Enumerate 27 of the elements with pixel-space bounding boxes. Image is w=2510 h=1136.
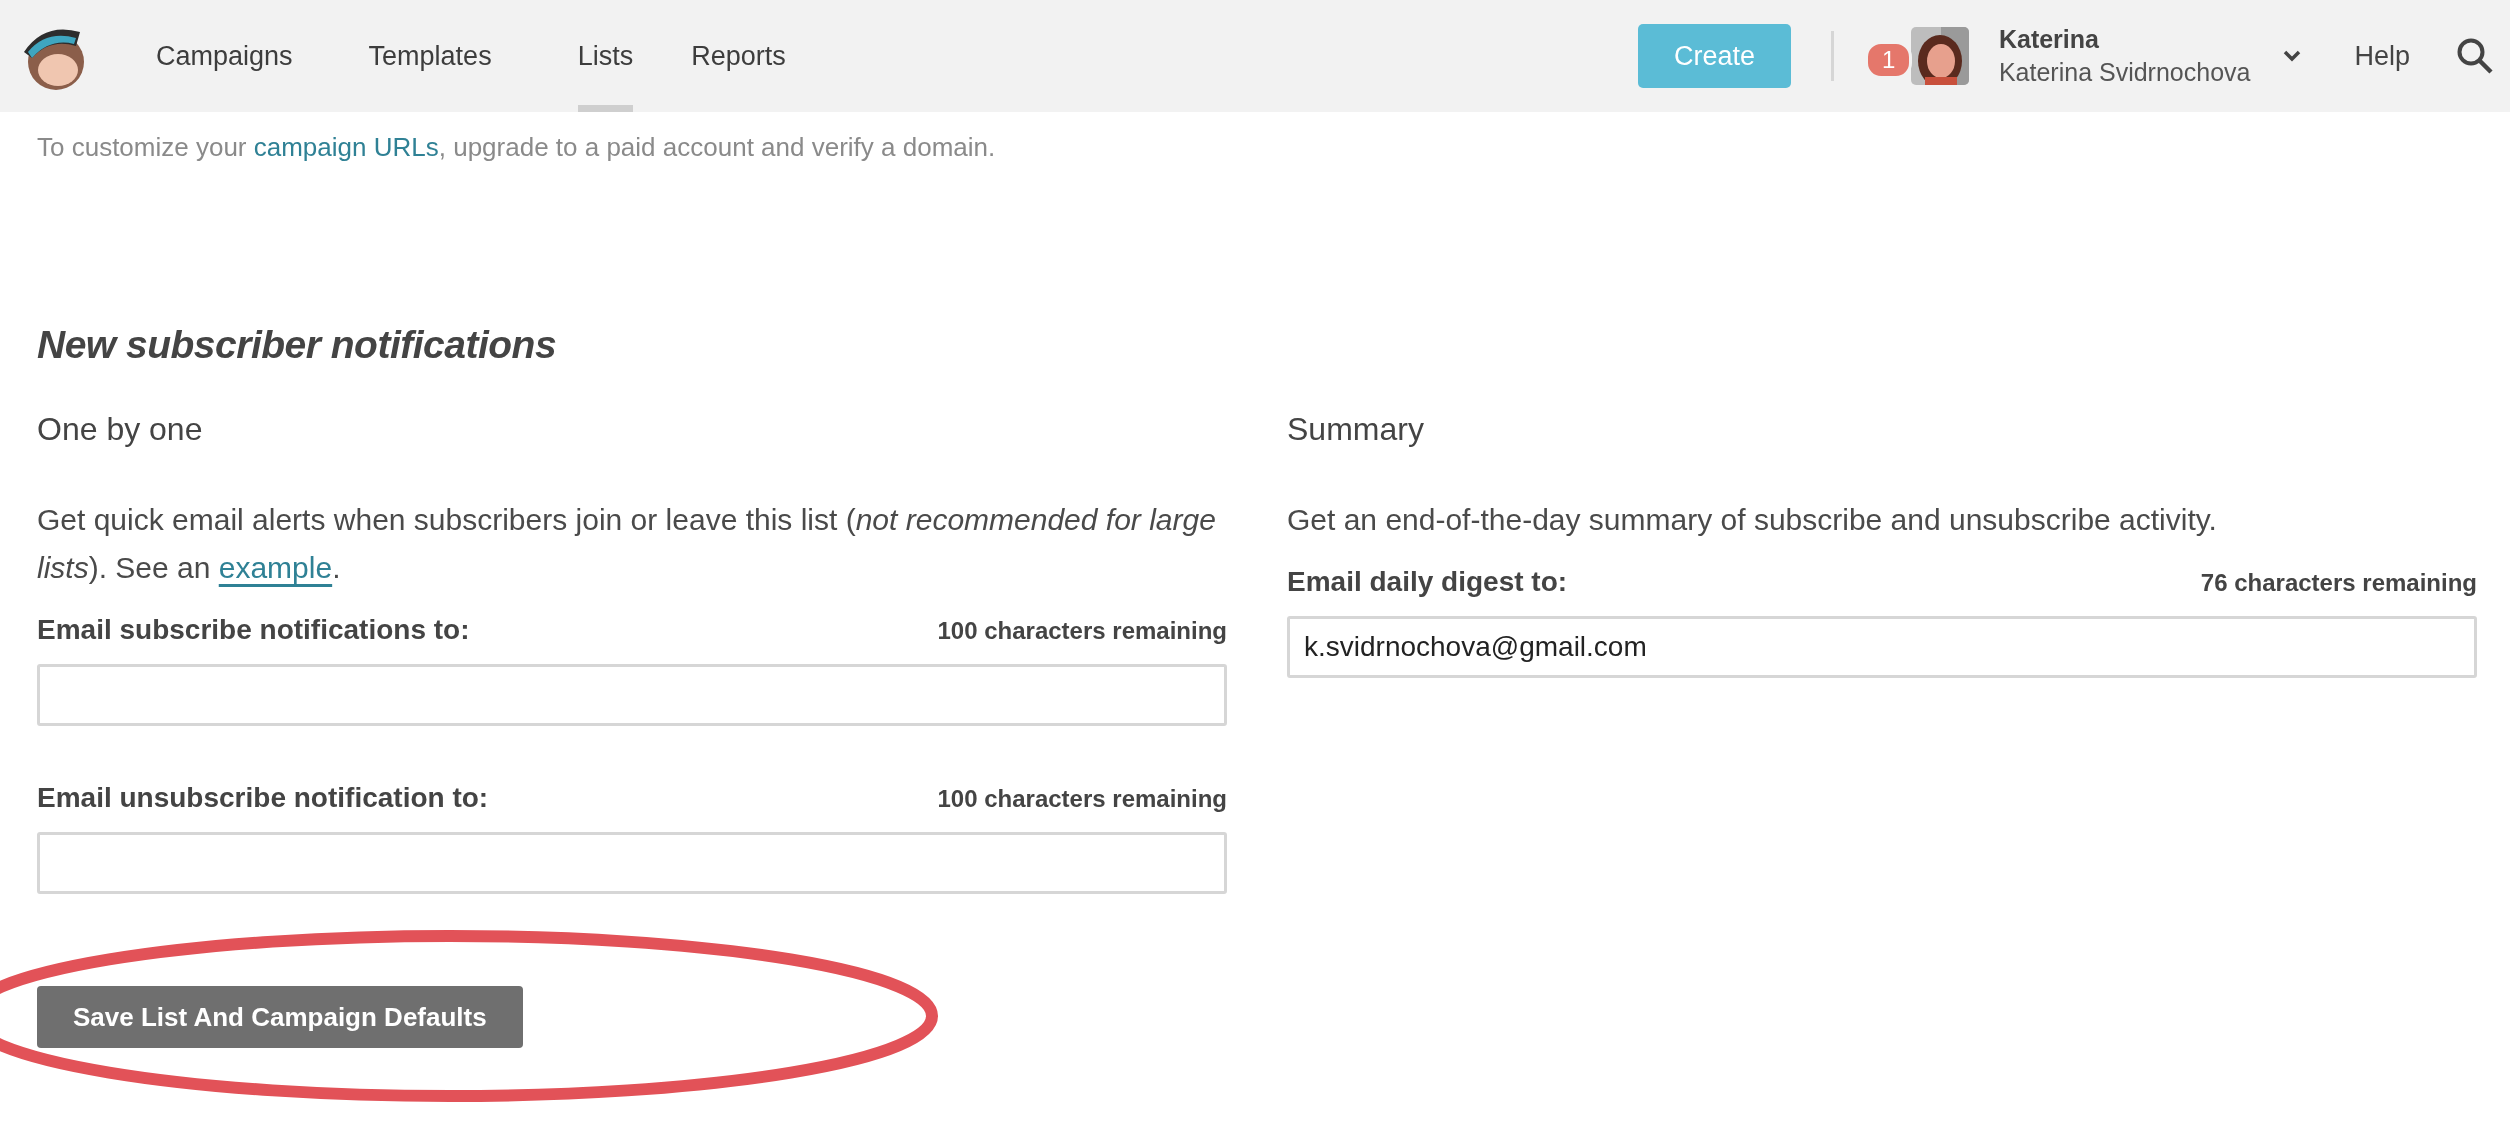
save-button[interactable]: Save List And Campaign Defaults bbox=[37, 986, 523, 1048]
example-link[interactable]: example bbox=[218, 551, 333, 584]
character-counter: 100 characters remaining bbox=[937, 785, 1227, 813]
chevron-down-icon[interactable] bbox=[2282, 49, 2303, 63]
search-icon[interactable] bbox=[2456, 37, 2494, 75]
email-field[interactable] bbox=[37, 832, 1227, 894]
email-field[interactable]: k.svidrnochova@gmail.com bbox=[1287, 616, 2477, 678]
column-title: One by one bbox=[37, 411, 204, 448]
description: Get quick email alerts when subscribers join or leave this list (not recommended for large lists). See an example. bbox=[37, 502, 1217, 586]
help-link[interactable]: Help bbox=[2354, 40, 2410, 72]
url-note: To customize your campaign URLs, upgrade to a paid account and verify a domain. bbox=[37, 132, 997, 163]
section-title: New subscriber notifications bbox=[37, 323, 558, 367]
nav-tab[interactable]: Lists bbox=[577, 0, 634, 112]
field-label: Email daily digest to: bbox=[1287, 566, 1568, 598]
character-counter: 100 characters remaining bbox=[937, 617, 1227, 645]
email-field[interactable] bbox=[37, 664, 1227, 726]
account-full-name: Katerina Svidrnochova bbox=[1998, 58, 2251, 87]
campaign-urls-link[interactable]: campaign URLs bbox=[253, 132, 439, 162]
nav-tab[interactable]: Templates bbox=[368, 0, 492, 112]
description: Get an end-of-the-day summary of subscribe and unsubscribe activity. bbox=[1287, 502, 2218, 538]
field-label: Email subscribe notifications to: bbox=[37, 614, 470, 646]
account-name: Katerina bbox=[1998, 25, 2100, 54]
column-title: Summary bbox=[1287, 411, 1425, 448]
field-label: Email unsubscribe notification to: bbox=[37, 782, 489, 814]
nav-tab[interactable]: Reports bbox=[691, 0, 786, 112]
nav-tab[interactable]: Campaigns bbox=[156, 0, 293, 112]
character-counter: 76 characters remaining bbox=[2200, 569, 2477, 597]
